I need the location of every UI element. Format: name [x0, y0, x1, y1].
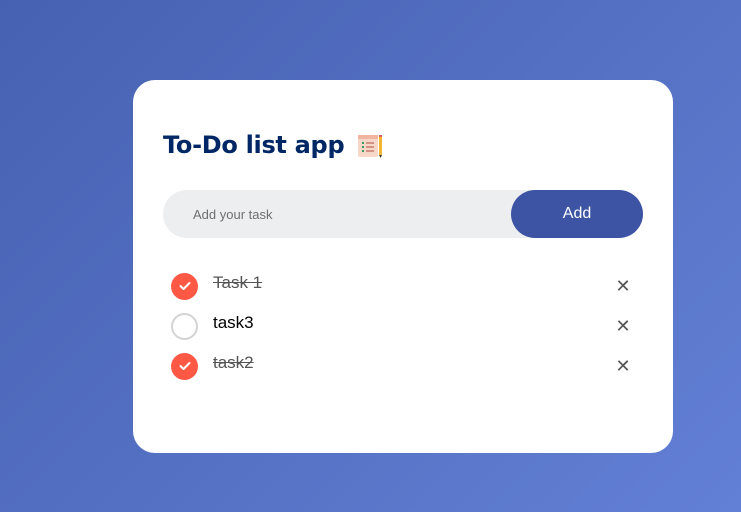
add-button[interactable]: Add: [511, 190, 643, 238]
task-label: task2: [213, 353, 254, 372]
add-task-row: Add: [163, 190, 643, 238]
close-icon[interactable]: ✕: [611, 314, 635, 338]
list-item[interactable]: Task 1 ✕: [171, 266, 643, 306]
notepad-checklist-icon: [356, 131, 384, 159]
page-title: To-Do list app: [163, 131, 345, 159]
task-label: task3: [213, 313, 254, 332]
checkmark-icon: [179, 362, 190, 370]
task-input[interactable]: [163, 190, 513, 238]
task-checkbox[interactable]: [171, 312, 198, 340]
task-label: Task 1: [213, 273, 263, 292]
task-checkbox[interactable]: [171, 272, 198, 300]
close-icon[interactable]: ✕: [611, 354, 635, 378]
close-icon[interactable]: ✕: [611, 274, 635, 298]
list-item[interactable]: task3 ✕: [171, 306, 643, 346]
header: To-Do list app: [163, 128, 384, 162]
task-checkbox[interactable]: [171, 352, 198, 380]
checkmark-icon: [179, 282, 190, 290]
task-list: Task 1 ✕ task3 ✕ task2 ✕: [171, 266, 643, 386]
todo-card: To-Do list app Add your task Add Task 1 …: [133, 80, 673, 453]
list-item[interactable]: task2 ✕: [171, 346, 643, 386]
